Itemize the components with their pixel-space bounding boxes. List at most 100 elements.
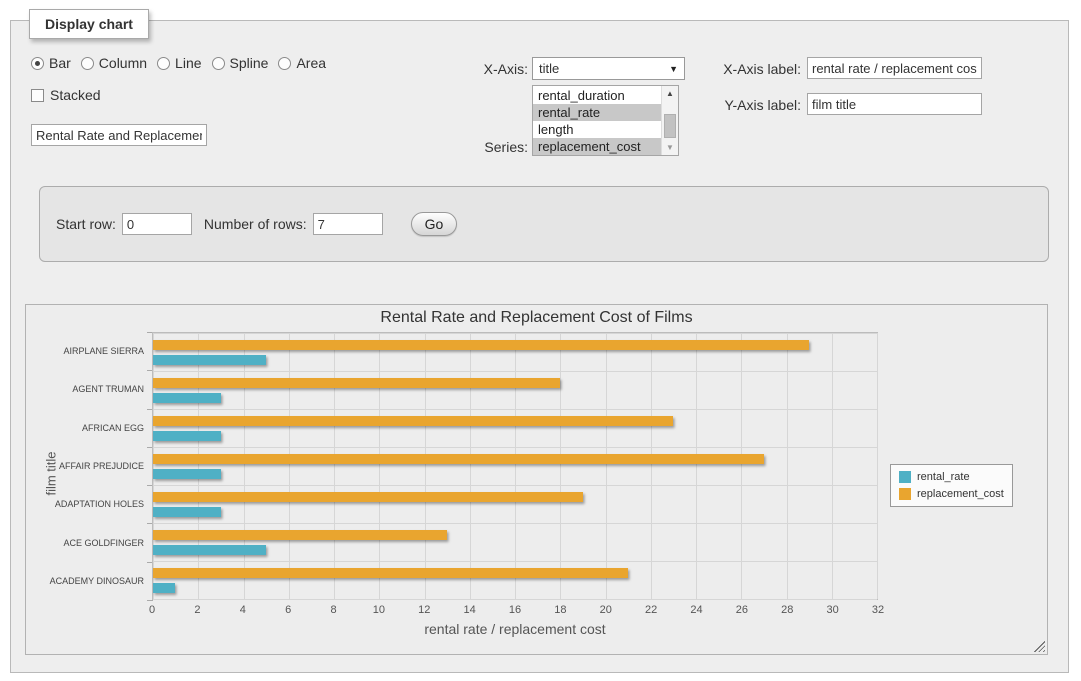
x-tick-label: 28 [781, 604, 793, 616]
bar-rental_rate[interactable] [153, 469, 221, 479]
x-tick-label: 10 [373, 604, 385, 616]
go-button[interactable]: Go [411, 212, 458, 236]
chart-type-line[interactable]: Line [157, 55, 201, 71]
bar-group [153, 523, 877, 561]
legend-item-rental_rate[interactable]: rental_rate [899, 471, 1004, 483]
bar-rental_rate[interactable] [153, 583, 175, 593]
bar-replacement_cost[interactable] [153, 530, 447, 540]
chart-type-spline[interactable]: Spline [212, 55, 269, 71]
chart-legend: rental_rate replacement_cost [890, 464, 1013, 507]
category-label: AGENT TRUMAN [50, 370, 152, 408]
series-listbox[interactable]: rental_durationrental_ratelengthreplacem… [532, 85, 679, 156]
category-label: AIRPLANE SIERRA [50, 332, 152, 370]
radio-icon[interactable] [278, 57, 291, 70]
series-options: rental_durationrental_ratelengthreplacem… [533, 86, 661, 155]
y-axis-label-input[interactable] [807, 93, 982, 115]
x-axis-select[interactable]: title ▼ [532, 57, 685, 80]
chart-type-label: Line [175, 55, 201, 71]
display-chart-fieldset: Display chart BarColumnLineSplineArea St… [10, 20, 1069, 673]
bar-rental_rate[interactable] [153, 507, 221, 517]
radio-icon[interactable] [157, 57, 170, 70]
bar-group [153, 485, 877, 523]
radio-icon[interactable] [31, 57, 44, 70]
chart-type-area[interactable]: Area [278, 55, 326, 71]
x-axis-label-label: X-Axis label: [706, 61, 801, 77]
x-tick-label: 26 [736, 604, 748, 616]
bar-replacement_cost[interactable] [153, 378, 560, 388]
x-axis-label-input[interactable] [807, 57, 982, 79]
y-tick-mark [147, 600, 153, 601]
x-tick-label: 20 [600, 604, 612, 616]
x-tick-label: 2 [194, 604, 200, 616]
chart-type-column[interactable]: Column [81, 55, 147, 71]
scrollbar-thumb[interactable] [664, 114, 676, 138]
bar-replacement_cost[interactable] [153, 340, 809, 350]
scroll-up-icon[interactable]: ▲ [662, 86, 678, 101]
bar-replacement_cost[interactable] [153, 416, 673, 426]
radio-icon[interactable] [212, 57, 225, 70]
category-axis-labels: AIRPLANE SIERRAAGENT TRUMANAFRICAN EGGAF… [50, 332, 152, 600]
gridline-y [153, 599, 877, 600]
series-option-replacement_cost[interactable]: replacement_cost [533, 138, 661, 155]
chart-title-input[interactable] [31, 124, 207, 146]
legend-label: replacement_cost [917, 488, 1004, 500]
category-label: AFFAIR PREJUDICE [50, 447, 152, 485]
chart-type-bar[interactable]: Bar [31, 55, 71, 71]
y-axis-label-label: Y-Axis label: [706, 97, 801, 113]
chart-title: Rental Rate and Replacement Cost of Film… [26, 309, 1047, 327]
series-option-rental_rate[interactable]: rental_rate [533, 104, 661, 121]
bar-replacement_cost[interactable] [153, 492, 583, 502]
rows-panel: Start row: Number of rows: Go [39, 186, 1049, 262]
bar-rental_rate[interactable] [153, 355, 266, 365]
series-label: Series: [481, 139, 528, 155]
x-tick-label: 8 [330, 604, 336, 616]
chart-type-label: Area [296, 55, 326, 71]
chart-container: Rental Rate and Replacement Cost of Film… [25, 304, 1048, 655]
bar-replacement_cost[interactable] [153, 568, 628, 578]
start-row-label: Start row: [56, 216, 116, 232]
x-axis-selected-value: title [539, 61, 559, 76]
series-option-length[interactable]: length [533, 121, 661, 138]
x-tick-label: 30 [827, 604, 839, 616]
plot-area [152, 332, 878, 600]
display-chart-tab[interactable]: Display chart [29, 9, 149, 39]
x-tick-label: 32 [872, 604, 884, 616]
scroll-down-icon[interactable]: ▼ [662, 140, 678, 155]
y-axis-title: film title [44, 451, 59, 495]
x-tick-label: 0 [149, 604, 155, 616]
bar-group [153, 333, 877, 371]
category-label: AFRICAN EGG [50, 409, 152, 447]
x-axis-select-label: X-Axis: [481, 61, 528, 77]
bar-rental_rate[interactable] [153, 431, 221, 441]
series-option-rental_duration[interactable]: rental_duration [533, 87, 661, 104]
num-rows-label: Number of rows: [204, 216, 307, 232]
num-rows-input[interactable] [313, 213, 383, 235]
bar-group [153, 409, 877, 447]
bar-rental_rate[interactable] [153, 545, 266, 555]
chart-type-label: Bar [49, 55, 71, 71]
x-axis-title: rental rate / replacement cost [152, 621, 878, 637]
bar-group [153, 447, 877, 485]
chart-type-radios: Bar Column Line Spline Area [31, 55, 326, 71]
series-scrollbar[interactable]: ▲ ▼ [661, 86, 678, 155]
x-tick-label: 16 [509, 604, 521, 616]
legend-swatch [899, 471, 911, 483]
radio-icon[interactable] [81, 57, 94, 70]
x-axis-ticks: 02468101214161820222426283032 [152, 604, 878, 618]
bar-group [153, 561, 877, 599]
chart-type-label: Spline [230, 55, 269, 71]
resize-grip-icon[interactable] [1034, 641, 1045, 652]
start-row-input[interactable] [122, 213, 192, 235]
stacked-checkbox-icon[interactable] [31, 89, 44, 102]
x-tick-label: 4 [240, 604, 246, 616]
legend-item-replacement_cost[interactable]: replacement_cost [899, 488, 1004, 500]
legend-swatch [899, 488, 911, 500]
bar-rental_rate[interactable] [153, 393, 221, 403]
x-tick-label: 22 [645, 604, 657, 616]
x-tick-label: 12 [418, 604, 430, 616]
stacked-option[interactable]: Stacked [31, 87, 101, 103]
legend-label: rental_rate [917, 471, 970, 483]
category-label: ACE GOLDFINGER [50, 523, 152, 561]
bar-replacement_cost[interactable] [153, 454, 764, 464]
stacked-label: Stacked [50, 87, 101, 103]
